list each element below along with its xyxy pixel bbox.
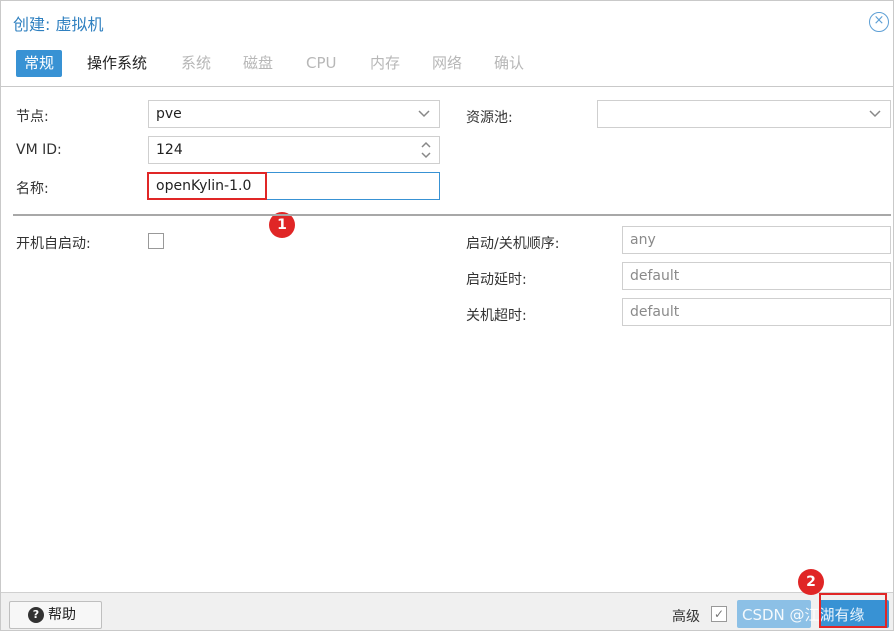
tab-memory: 内存 — [370, 54, 401, 72]
shutdown-timeout-input[interactable]: default — [622, 298, 891, 326]
advanced-checkbox[interactable]: ✓ — [711, 606, 727, 622]
node-label: 节点: — [16, 109, 49, 125]
autostart-checkbox[interactable] — [148, 233, 164, 249]
help-button[interactable]: ? 帮助 — [9, 601, 102, 629]
boot-order-label: 启动/关机顺序: — [466, 236, 560, 252]
startup-delay-input[interactable]: default — [622, 262, 891, 290]
dialog-footer: ? 帮助 高级 ✓ CSDN @江湖有缘 — [1, 592, 893, 630]
highlight-box-next — [819, 593, 887, 628]
spinner-arrows-icon[interactable] — [419, 139, 433, 161]
dialog-title: 创建: 虚拟机 — [13, 15, 104, 34]
tab-os[interactable]: 操作系统 — [79, 50, 155, 77]
advanced-label: 高级 — [672, 609, 700, 625]
boot-order-input[interactable]: any — [622, 226, 891, 254]
tab-system: 系统 — [181, 54, 212, 72]
node-select[interactable]: pve — [148, 100, 440, 128]
autostart-label: 开机自启动: — [16, 236, 91, 252]
vmid-spinner[interactable]: 124 — [148, 136, 440, 164]
tab-network: 网络 — [432, 54, 463, 72]
tab-disk: 磁盘 — [243, 54, 274, 72]
name-label: 名称: — [16, 181, 49, 197]
tab-general[interactable]: 常规 — [16, 50, 63, 77]
tab-confirm: 确认 — [494, 54, 525, 72]
chevron-down-icon — [418, 110, 430, 118]
back-button[interactable] — [737, 600, 811, 628]
tab-cpu: CPU — [306, 54, 337, 72]
create-vm-dialog: 创建: 虚拟机 × 常规 操作系统 系统 磁盘 CPU 内存 网络 确认 节点:… — [0, 0, 894, 631]
question-icon: ? — [28, 607, 44, 623]
node-value: pve — [156, 106, 182, 122]
annotation-marker-2: 2 — [798, 569, 824, 595]
pool-label: 资源池: — [466, 110, 513, 126]
vmid-label: VM ID: — [16, 142, 62, 158]
chevron-down-icon — [869, 110, 881, 118]
pool-select[interactable] — [597, 100, 891, 128]
vmid-value: 124 — [156, 142, 183, 158]
section-divider — [13, 214, 891, 216]
highlight-box-name — [147, 172, 267, 200]
wizard-tabs: 常规 操作系统 系统 磁盘 CPU 内存 网络 确认 — [1, 45, 893, 87]
help-label: 帮助 — [48, 607, 76, 623]
shutdown-timeout-label: 关机超时: — [466, 308, 527, 324]
startup-delay-label: 启动延时: — [466, 272, 527, 288]
close-icon[interactable]: × — [869, 12, 889, 32]
